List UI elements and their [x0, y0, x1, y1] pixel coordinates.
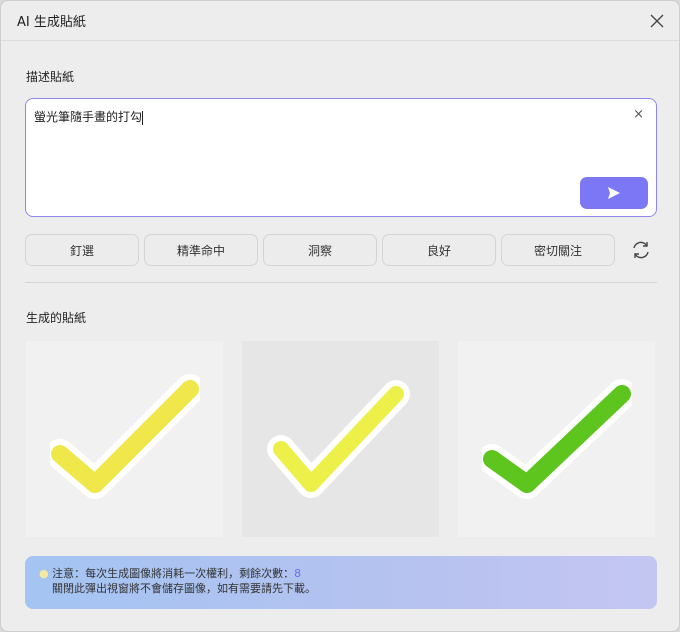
suggestion-chip[interactable]: 釘選 — [25, 234, 139, 266]
suggestion-chip[interactable]: 精準命中 — [144, 234, 258, 266]
sticker-image[interactable] — [458, 341, 655, 537]
sticker-image[interactable] — [242, 341, 439, 537]
notice-line1: 注意：每次生成圖像將消耗一次權利，剩餘次數： — [52, 567, 295, 580]
generated-label: 生成的貼紙 — [26, 311, 87, 325]
sticker-image[interactable] — [26, 341, 223, 537]
clear-icon[interactable]: × — [633, 107, 644, 122]
dialog-title: AI 生成貼紙 — [1, 1, 679, 41]
refresh-icon[interactable] — [630, 239, 652, 261]
suggestion-chip[interactable]: 洞察 — [263, 234, 377, 266]
send-icon — [608, 187, 620, 199]
divider — [25, 282, 657, 283]
close-icon[interactable] — [647, 11, 667, 31]
ai-sticker-dialog: AI 生成貼紙 描述貼紙 螢光筆隨手畫的打勾 × 釘選 精準命中 洞察 良好 密… — [0, 0, 680, 632]
suggestion-chip[interactable]: 密切關注 — [501, 234, 615, 266]
prompt-input[interactable]: 螢光筆隨手畫的打勾 × — [25, 98, 657, 217]
describe-label: 描述貼紙 — [26, 70, 75, 84]
notice-banner: ● 注意：每次生成圖像將消耗一次權利，剩餘次數：8 關閉此彈出視窗將不會儲存圖像… — [25, 556, 657, 609]
notice-line2: 關閉此彈出視窗將不會儲存圖像，如有需要請先下載。 — [52, 582, 316, 595]
prompt-text[interactable]: 螢光筆隨手畫的打勾 — [34, 108, 143, 125]
send-button[interactable] — [580, 177, 648, 209]
lightbulb-icon: ● — [39, 567, 49, 580]
suggestion-chip[interactable]: 良好 — [382, 234, 496, 266]
remaining-count: 8 — [294, 567, 302, 580]
